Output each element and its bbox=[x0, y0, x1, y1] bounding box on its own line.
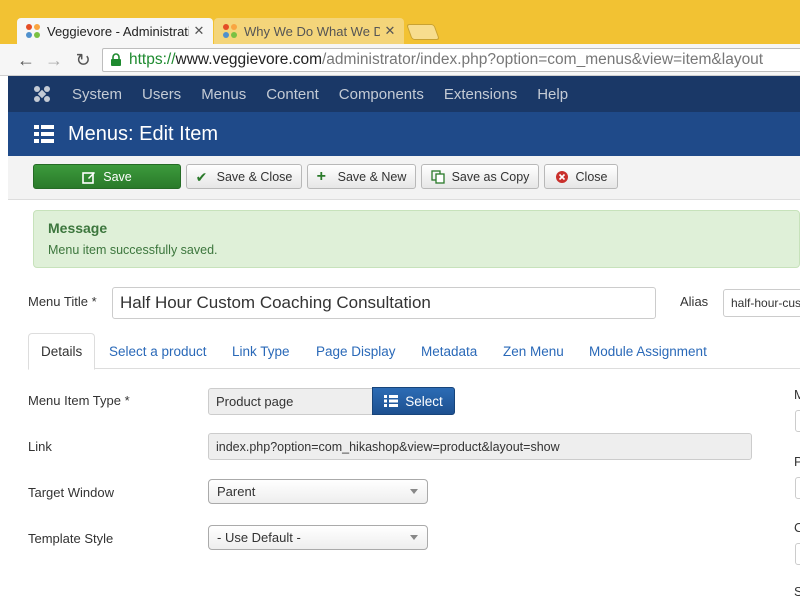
tab-title: Why We Do What We Do bbox=[244, 23, 380, 39]
browser-toolbar: ← → ↻ https://www.veggievore.com/adminis… bbox=[0, 44, 800, 76]
tab-label: Module Assignment bbox=[589, 343, 707, 359]
save-label: Save bbox=[103, 169, 132, 184]
form-tabs: Details Select a product Link Type Page … bbox=[28, 333, 800, 370]
url-scheme: https:// bbox=[129, 51, 176, 68]
select-label: Select bbox=[405, 393, 443, 409]
menu-title-label: Menu Title * bbox=[28, 294, 97, 309]
chevron-down-icon bbox=[410, 535, 418, 540]
tab-zen-menu[interactable]: Zen Menu bbox=[503, 333, 564, 369]
right-label-2: P bbox=[794, 454, 800, 469]
tab-label: Select a product bbox=[109, 343, 207, 359]
close-label: Close bbox=[575, 169, 608, 184]
list-icon bbox=[384, 395, 399, 407]
reload-icon[interactable]: ↻ bbox=[73, 50, 93, 70]
tab-select-a-product[interactable]: Select a product bbox=[109, 333, 207, 369]
right-label-1: M bbox=[794, 387, 800, 402]
checkmark-icon: ✔ bbox=[195, 168, 208, 185]
tab-label: Link Type bbox=[232, 343, 290, 359]
close-button[interactable]: Close bbox=[544, 164, 618, 189]
url-host: www.veggievore.com bbox=[175, 51, 322, 68]
tab-label: Zen Menu bbox=[503, 343, 564, 359]
message-heading: Message bbox=[48, 220, 108, 236]
tab-page-display[interactable]: Page Display bbox=[316, 333, 396, 369]
nav-content[interactable]: Content bbox=[266, 86, 319, 103]
plus-icon: + bbox=[316, 167, 326, 185]
save-new-label: Save & New bbox=[337, 169, 407, 184]
admin-menu-bar: System Users Menus Content Components Ex… bbox=[8, 76, 800, 112]
menu-title-input[interactable]: Half Hour Custom Coaching Consultation bbox=[112, 287, 656, 319]
browser-chrome: Veggievore - Administrati ✕ Why We Do Wh… bbox=[0, 0, 800, 76]
nav-help[interactable]: Help bbox=[537, 86, 568, 103]
tab-close-icon[interactable]: ✕ bbox=[193, 23, 205, 39]
message-text: Menu item successfully saved. bbox=[48, 243, 218, 257]
select-menu-type-button[interactable]: Select bbox=[372, 387, 455, 415]
menu-item-type-field: Product page bbox=[208, 388, 374, 415]
alias-value: half-hour-cus bbox=[731, 296, 800, 310]
menu-item-type-value: Product page bbox=[216, 394, 294, 409]
template-style-value: - Use Default - bbox=[217, 530, 301, 545]
success-message: Message Menu item successfully saved. bbox=[33, 210, 800, 268]
back-arrow-icon[interactable]: ← bbox=[16, 50, 36, 70]
save-close-button[interactable]: ✔ Save & Close bbox=[186, 164, 302, 189]
page-title: Menus: Edit Item bbox=[68, 122, 219, 145]
joomla-favicon-icon bbox=[223, 24, 237, 38]
link-field: index.php?option=com_hikashop&view=produ… bbox=[208, 433, 752, 460]
copy-icon bbox=[430, 169, 445, 184]
tab-close-icon[interactable]: ✕ bbox=[384, 23, 396, 39]
url-path: /administrator/index.php?option=com_menu… bbox=[321, 51, 764, 68]
address-bar[interactable]: https://www.veggievore.com/administrator… bbox=[102, 48, 800, 72]
tab-label: Details bbox=[41, 344, 83, 359]
right-field-3[interactable] bbox=[795, 543, 800, 565]
list-icon bbox=[34, 125, 54, 143]
nav-system[interactable]: System bbox=[72, 86, 122, 103]
target-window-value: Parent bbox=[217, 484, 256, 499]
save-as-copy-button[interactable]: Save as Copy bbox=[421, 164, 539, 189]
right-field-1[interactable] bbox=[795, 410, 800, 432]
save-button[interactable]: Save bbox=[33, 164, 181, 189]
tab-label: Page Display bbox=[316, 343, 396, 359]
template-style-label: Template Style bbox=[28, 531, 114, 546]
nav-extensions[interactable]: Extensions bbox=[444, 86, 517, 103]
tab-details[interactable]: Details bbox=[28, 333, 96, 370]
link-label: Link bbox=[28, 439, 52, 454]
tab-link-type[interactable]: Link Type bbox=[232, 333, 290, 369]
alias-label: Alias bbox=[680, 294, 709, 309]
chevron-down-icon bbox=[410, 489, 418, 494]
nav-components[interactable]: Components bbox=[339, 86, 424, 103]
tab-module-assignment[interactable]: Module Assignment bbox=[589, 333, 707, 369]
joomla-favicon-icon bbox=[26, 24, 40, 38]
save-new-button[interactable]: + Save & New bbox=[307, 164, 416, 189]
right-field-2[interactable] bbox=[795, 477, 800, 499]
template-style-select[interactable]: - Use Default - bbox=[208, 525, 428, 550]
save-as-copy-label: Save as Copy bbox=[451, 169, 530, 184]
tab-label: Metadata bbox=[421, 343, 478, 359]
right-label-3: C bbox=[794, 520, 800, 535]
browser-tab-active[interactable]: Veggievore - Administrati ✕ bbox=[17, 18, 213, 44]
new-tab-button[interactable] bbox=[406, 24, 440, 40]
alias-input[interactable]: half-hour-cus bbox=[723, 289, 800, 317]
joomla-logo-icon[interactable] bbox=[32, 84, 52, 104]
edit-icon bbox=[82, 171, 96, 184]
menu-item-type-label: Menu Item Type * bbox=[28, 393, 130, 408]
tab-metadata[interactable]: Metadata bbox=[421, 333, 477, 369]
target-window-select[interactable]: Parent bbox=[208, 479, 428, 504]
save-close-label: Save & Close bbox=[216, 169, 293, 184]
target-window-label: Target Window bbox=[28, 485, 114, 500]
tab-title: Veggievore - Administrati bbox=[47, 23, 189, 39]
page-header: Menus: Edit Item bbox=[8, 112, 800, 156]
lock-icon bbox=[111, 53, 121, 66]
link-value: index.php?option=com_hikashop&view=produ… bbox=[216, 439, 560, 454]
right-label-4: S bbox=[794, 584, 800, 599]
browser-tab-inactive[interactable]: Why We Do What We Do ✕ bbox=[214, 18, 404, 44]
nav-users[interactable]: Users bbox=[142, 86, 181, 103]
cancel-icon bbox=[555, 170, 568, 183]
menu-title-value: Half Hour Custom Coaching Consultation bbox=[120, 293, 431, 312]
forward-arrow-icon[interactable]: → bbox=[44, 50, 64, 70]
toolbar: Save ✔ Save & Close + Save & New Save as… bbox=[8, 156, 800, 200]
nav-menus[interactable]: Menus bbox=[201, 86, 246, 103]
